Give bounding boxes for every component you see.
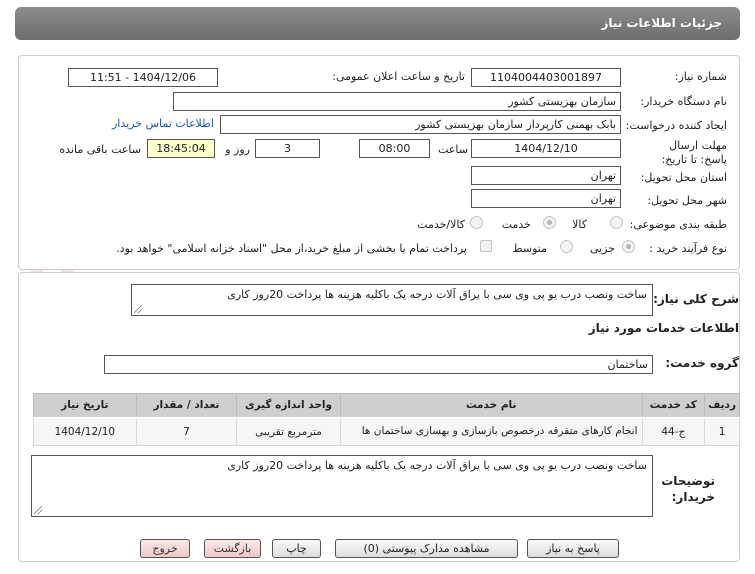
buyer-notes-label: توضیحات خریدار: (661, 474, 715, 504)
category-goods-service-radio[interactable] (470, 216, 483, 229)
back-button[interactable]: بازگشت (204, 539, 261, 558)
announce-datetime-field: 1404/12/06 - 11:51 (68, 68, 218, 87)
summary-textarea: ساخت ونصب درب یو پی وی سی با یراق آلات د… (131, 284, 653, 316)
service-group-field: ساختمان (104, 355, 653, 374)
category-goods-service-label: کالا/خدمت (417, 218, 465, 231)
col-row-number: ردیف (704, 393, 740, 419)
treasury-payment-checkbox[interactable] (480, 240, 492, 252)
print-button[interactable]: چاپ (272, 539, 321, 558)
category-label: طبقه بندی موضوعی: (629, 218, 727, 231)
cell-row-number: 1 (704, 417, 740, 446)
services-table: ردیف کد خدمت نام خدمت واحد اندازه گیری ت… (33, 393, 740, 446)
province-label: استان محل تحویل: (640, 171, 727, 184)
col-unit: واحد اندازه گیری (236, 393, 341, 419)
creator-field: بابک بهمنی کارپرداز سازمان بهزیستی کشور (220, 115, 621, 134)
treasury-payment-note: پرداخت تمام یا بخشی از مبلغ خرید،از محل … (116, 242, 467, 255)
remaining-label: ساعت باقی مانده (59, 143, 141, 156)
deadline-label: مهلت ارسال پاسخ: تا تاریخ: (661, 139, 727, 166)
city-label: شهر محل تحویل: (647, 194, 727, 207)
announce-datetime-label: تاریخ و ساعت اعلان عمومی: (332, 70, 465, 83)
cell-quantity: 7 (135, 417, 238, 446)
col-service-code: کد خدمت (641, 393, 706, 419)
exit-button[interactable]: خروج (140, 539, 190, 558)
deadline-time-label: ساعت (438, 143, 468, 156)
need-number-field: 1104004403001897 (471, 68, 621, 87)
col-service-name: نام خدمت (339, 393, 643, 419)
deadline-date-field: 1404/12/10 (471, 139, 621, 158)
summary-label: شرح کلی نیاز: (653, 292, 739, 306)
page-header: جزئیات اطلاعات نیاز (15, 7, 740, 40)
process-medium-label: متوسط (512, 242, 547, 255)
category-service-label: خدمت (501, 218, 531, 231)
table-row: 1 ج-44 انجام کارهای متفرقه درخصوص بازساز… (33, 417, 740, 446)
deadline-time-field: 08:00 (359, 139, 430, 158)
remaining-time-field: 18:45:04 (147, 139, 215, 158)
process-medium-radio[interactable] (560, 240, 573, 253)
city-field: تهران (471, 189, 621, 208)
resize-grip-icon[interactable] (134, 305, 142, 313)
cell-unit: مترمربع تقریبی (236, 417, 341, 446)
province-field: تهران (471, 166, 621, 185)
category-service-radio[interactable] (543, 216, 556, 229)
cell-need-date: 1404/12/10 (33, 417, 137, 446)
creator-label: ایجاد کننده درخواست: (625, 119, 727, 132)
buyer-notes-textarea: ساخت ونصب درب یو پی وی سی با یراق آلات د… (31, 455, 653, 517)
buyer-org-label: نام دستگاه خریدار: (640, 95, 727, 108)
process-minor-label: جزیی (589, 242, 615, 255)
process-minor-radio[interactable] (622, 240, 635, 253)
resize-grip-icon[interactable] (34, 506, 42, 514)
services-heading: اطلاعات خدمات مورد نیاز (588, 321, 739, 335)
service-group-label: گروه خدمت: (665, 356, 739, 370)
contact-info-link[interactable]: اطلاعات تماس خریدار (112, 117, 214, 130)
category-goods-label: کالا (572, 218, 587, 231)
days-label: روز و (225, 143, 250, 156)
col-quantity: تعداد / مقدار (135, 393, 238, 419)
need-info-panel (18, 55, 740, 270)
cell-service-code: ج-44 (641, 417, 706, 446)
days-field: 3 (255, 139, 320, 158)
page-title: جزئیات اطلاعات نیاز (601, 16, 722, 30)
respond-button[interactable]: پاسخ به نیاز (527, 539, 619, 558)
cell-service-name: انجام کارهای متفرقه درخصوص بازسازی و بهس… (339, 417, 643, 446)
need-number-label: شماره نیاز: (674, 70, 727, 83)
table-header-row: ردیف کد خدمت نام خدمت واحد اندازه گیری ت… (33, 393, 740, 419)
attachments-button[interactable]: مشاهده مدارک پیوستی (0) (335, 539, 518, 558)
category-goods-radio[interactable] (610, 216, 623, 229)
buyer-org-field: سازمان بهزیستی کشور (173, 92, 621, 111)
col-need-date: تاریخ نیاز (33, 393, 137, 419)
process-label: نوع فرآیند خرید : (649, 242, 727, 255)
